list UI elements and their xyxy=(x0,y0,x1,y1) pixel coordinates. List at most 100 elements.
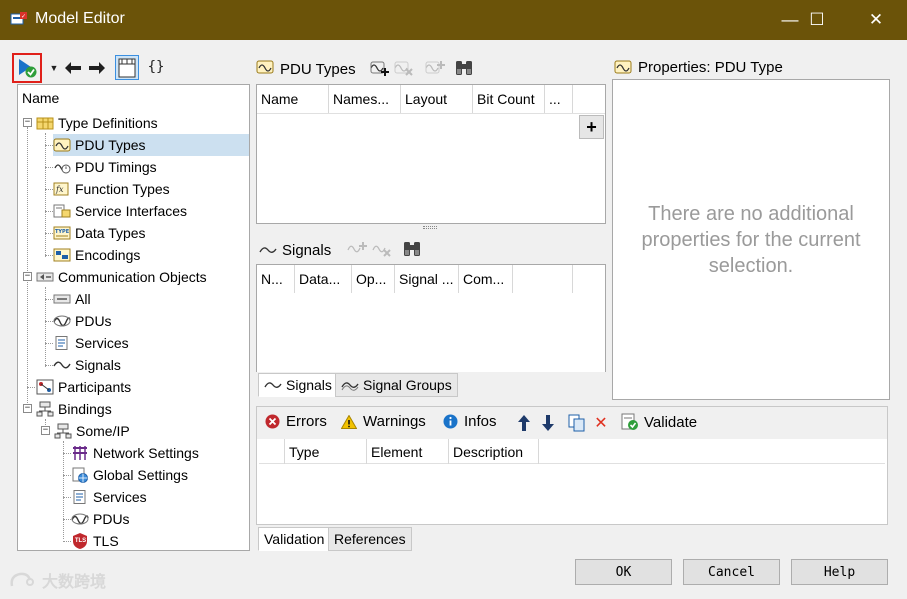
type-definitions-collapse-toggle[interactable]: − xyxy=(23,118,32,127)
delete-signal-icon xyxy=(372,245,391,257)
service-document-icon xyxy=(53,335,71,351)
tab-validation[interactable]: Validation xyxy=(258,527,331,551)
next-issue-button[interactable] xyxy=(537,412,559,434)
svg-text:TYPE: TYPE xyxy=(55,229,70,235)
tree-item-bindings[interactable]: Bindings xyxy=(36,398,112,420)
column-header-element[interactable]: Element xyxy=(367,439,449,464)
ok-button[interactable]: OK xyxy=(575,559,672,585)
tree-item-label: Service Interfaces xyxy=(75,203,188,219)
tree-item-encodings[interactable]: Encodings xyxy=(53,244,140,266)
arrow-up-icon xyxy=(518,415,530,431)
binoculars-icon xyxy=(456,61,472,75)
delete-signal-button[interactable] xyxy=(371,238,393,260)
layout-toggle-button[interactable] xyxy=(115,55,139,80)
copy-button[interactable] xyxy=(566,412,588,434)
tree-item-services[interactable]: Services xyxy=(53,332,129,354)
column-header-name[interactable]: N... xyxy=(257,265,295,293)
back-arrow-icon[interactable] xyxy=(63,58,83,78)
find-pdu-button[interactable] xyxy=(453,57,475,79)
column-header-layout[interactable]: Layout xyxy=(401,85,473,113)
tree-item-participants[interactable]: Participants xyxy=(36,376,131,398)
bindings-collapse-toggle[interactable]: − xyxy=(23,404,32,413)
tree-item-global-settings[interactable]: Global Settings xyxy=(71,464,188,486)
run-dropdown-icon[interactable]: ▼ xyxy=(48,60,60,76)
validate-icon xyxy=(621,413,638,430)
someip-collapse-toggle[interactable]: − xyxy=(41,426,50,435)
validate-button[interactable]: Validate xyxy=(621,413,697,431)
warnings-filter-button[interactable]: Warnings xyxy=(341,413,426,430)
find-signal-button[interactable] xyxy=(401,238,423,260)
tree-item-label: Participants xyxy=(58,379,132,395)
braces-icon[interactable]: {} xyxy=(146,57,166,77)
errors-filter-button[interactable]: Errors xyxy=(265,413,327,430)
column-header-bit-count[interactable]: Bit Count xyxy=(473,85,545,113)
forward-arrow-icon[interactable] xyxy=(87,58,107,78)
signals-grid[interactable]: N... Data... Op... Signal ... Com... xyxy=(256,264,606,372)
tree-item-label: Bindings xyxy=(58,401,112,417)
tree-item-communication-objects[interactable]: Communication Objects xyxy=(36,266,207,288)
column-header-type[interactable]: Type xyxy=(285,439,367,464)
clear-icon[interactable]: ✕ xyxy=(590,412,612,434)
tree-item-signals[interactable]: Signals xyxy=(53,354,121,376)
tab-references[interactable]: References xyxy=(328,527,412,551)
column-header-description[interactable]: Description xyxy=(449,439,539,464)
pdu-type-icon xyxy=(614,60,632,74)
help-button[interactable]: Help xyxy=(791,559,888,585)
tree-item-label: PDU Types xyxy=(75,137,146,153)
properties-empty-message: There are no additional properties for t… xyxy=(641,202,861,277)
tree-item-binding-pdus[interactable]: PDUs xyxy=(71,508,130,530)
warning-icon xyxy=(341,414,357,429)
column-header-optional[interactable]: Op... xyxy=(352,265,395,293)
tree-item-pdu-timings[interactable]: PDU Timings xyxy=(53,156,157,178)
column-header-signal[interactable]: Signal ... xyxy=(395,265,459,293)
cancel-button[interactable]: Cancel xyxy=(683,559,780,585)
tree-item-data-types[interactable]: TYPE Data Types xyxy=(53,222,146,244)
tree-item-type-definitions[interactable]: Type Definitions xyxy=(36,112,158,134)
pdu-timing-icon xyxy=(53,159,71,175)
run-validation-button[interactable] xyxy=(12,53,42,83)
tree-item-pdu-types[interactable]: PDU Types xyxy=(53,134,249,156)
tab-signals[interactable]: Signals xyxy=(258,373,338,397)
tree-item-all[interactable]: All xyxy=(53,288,91,310)
tree-item-pdus[interactable]: PDUs xyxy=(53,310,112,332)
column-header-name[interactable]: Name xyxy=(257,85,329,113)
add-row-button[interactable]: + xyxy=(579,115,604,139)
add-pdu-type-button[interactable] xyxy=(369,57,391,79)
close-button[interactable]: ✕ xyxy=(851,0,901,40)
tree-item-label: Signals xyxy=(75,357,121,373)
title-bar: ✓ Model Editor — ☐ ✕ xyxy=(0,0,907,40)
pdu-icon xyxy=(53,313,71,329)
pdu-types-icon xyxy=(256,60,274,78)
column-header-namespace[interactable]: Names... xyxy=(329,85,401,113)
tree-item-function-types[interactable]: fx Function Types xyxy=(53,178,170,200)
column-header-comment[interactable]: Com... xyxy=(459,265,513,293)
horizontal-splitter[interactable] xyxy=(423,226,437,229)
service-interface-icon xyxy=(53,203,71,219)
communication-objects-collapse-toggle[interactable]: − xyxy=(23,272,32,281)
previous-issue-button[interactable] xyxy=(513,412,535,434)
tree-item-label: Services xyxy=(93,489,147,505)
column-header-data-type[interactable]: Data... xyxy=(295,265,352,293)
pdu-types-title: PDU Types xyxy=(280,60,356,78)
tree-item-network-settings[interactable]: Network Settings xyxy=(71,442,199,464)
tree-item-binding-services[interactable]: Services xyxy=(71,486,147,508)
tree-item-label: Data Types xyxy=(75,225,146,241)
maximize-button[interactable]: ☐ xyxy=(792,0,842,40)
tab-signal-groups[interactable]: Signal Groups xyxy=(335,373,458,397)
tree-item-tls[interactable]: TLS TLS xyxy=(71,530,119,552)
pdu-wave-icon xyxy=(53,137,71,153)
tls-badge-text: TLS xyxy=(74,538,87,544)
properties-header: Properties: PDU Type xyxy=(612,56,890,78)
tree-item-service-interfaces[interactable]: Service Interfaces xyxy=(53,200,187,222)
infos-filter-button[interactable]: Infos xyxy=(443,413,497,430)
tree-item-someip[interactable]: Some/IP xyxy=(54,420,130,442)
signal-wave-icon xyxy=(264,382,282,388)
folder-table-icon xyxy=(36,115,54,131)
add-child-pdu-button[interactable] xyxy=(424,57,446,79)
column-header-more[interactable]: ... xyxy=(545,85,573,113)
add-pdu-icon xyxy=(370,61,389,76)
pdu-types-grid[interactable]: Name Names... Layout Bit Count ... + xyxy=(256,84,606,224)
properties-pane: There are no additional properties for t… xyxy=(612,79,890,400)
add-signal-button[interactable] xyxy=(346,238,368,260)
delete-pdu-type-button[interactable] xyxy=(393,57,415,79)
